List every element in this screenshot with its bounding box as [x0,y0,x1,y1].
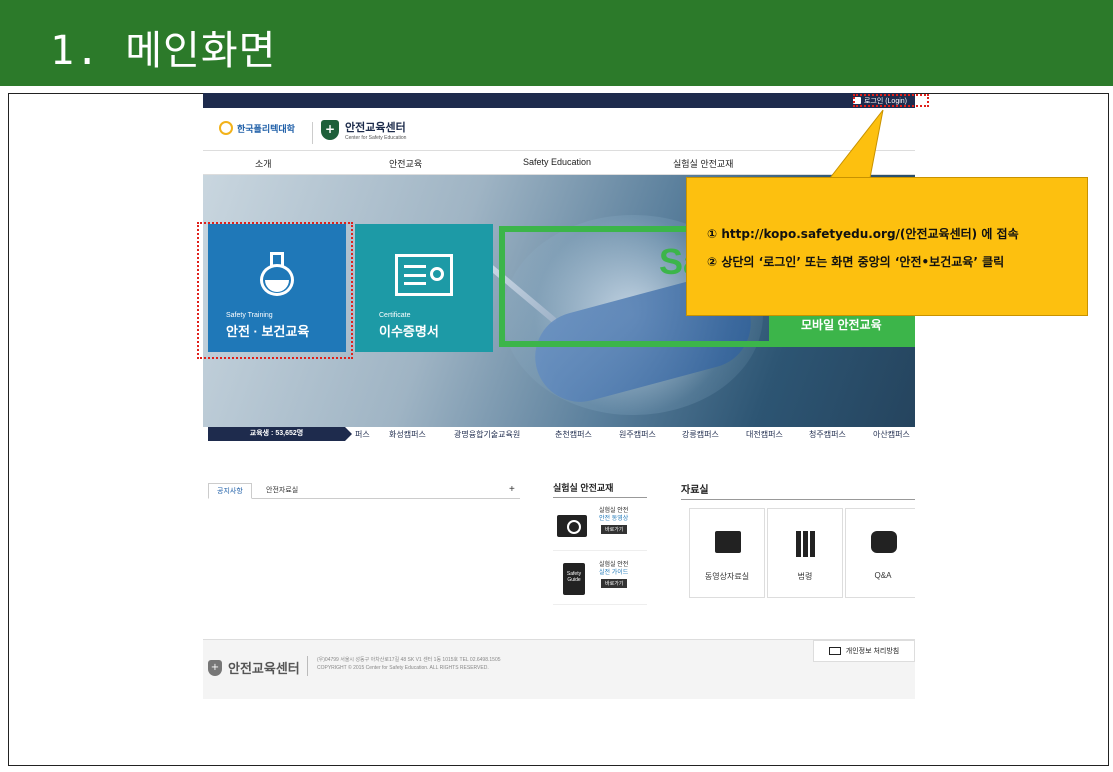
slide-title: 1. 메인화면 [50,28,277,74]
notice-more-button[interactable]: + [509,484,515,495]
nav-item-safety-education-en[interactable]: Safety Education [523,157,591,167]
chat-bubble-icon [871,531,897,553]
footer-center-name: 안전교육센터 [228,661,300,676]
certificate-tile-title: 이수증명서 [379,324,439,339]
lab-materials-rule [553,497,647,498]
logo-row: 한국폴리텍대학 + 안전교육센터 Center for Safety Educa… [203,108,915,150]
campus-item[interactable]: 퍼스 [355,429,370,440]
footer-divider [307,656,308,676]
lab-video-item[interactable]: 실험실 안전 안전 동영상 바로가기 [553,505,647,551]
certificate-tile-subtitle: Certificate [379,312,411,319]
certificate-icon [395,254,453,296]
safety-tile-highlight [197,222,353,359]
top-bar: 로그인 (Login) [203,93,915,108]
lab-materials-title: 실험실 안전교재 [553,483,614,493]
kopo-logo[interactable]: 한국폴리텍대학 [219,121,295,135]
notice-tabs: 공지사항 안전자료실 [208,483,520,499]
kopo-mark-icon [219,121,233,135]
lab-item-line2: 안전 동영상 [599,516,629,522]
site-footer: + 안전교육센터 (우)04799 서울시 성동구 아차산로17길 48 SK … [203,639,915,699]
qna-resources-box[interactable]: Q&A [845,508,915,598]
tab-notice[interactable]: 공지사항 [208,483,252,499]
resource-label: Q&A [874,571,892,580]
footer-address: (우)04799 서울시 성동구 아차산로17길 48 SK V1 센터 1동 … [317,657,501,663]
campus-item[interactable]: 강릉캠퍼스 [682,429,719,440]
lab-item-line1: 실험실 안전 [599,508,629,514]
campus-item[interactable]: 청주캠퍼스 [809,429,846,440]
resource-room-rule [681,499,915,500]
lab-item-line1: 실험실 안전 [599,562,629,568]
logo-divider [312,122,313,144]
campus-bar: 교육생 : 53,652명 퍼스 화성캠퍼스 광명융합기술교육원 춘천캠퍼스 원… [203,427,915,441]
tab-safety-data[interactable]: 안전자료실 [258,483,306,499]
kopo-name: 한국폴리텍대학 [237,123,295,134]
lab-guide-item[interactable]: Safety Guide 실험실 안전 실전 가이드 바로가기 [553,559,647,605]
mobile-training-label: 모바일 안전교육 [801,318,882,332]
footer-copyright: COPYRIGHT © 2015 Center for Safety Educa… [317,665,489,671]
resource-label: 동영상자료실 [704,572,750,581]
campus-item[interactable]: 광명융합기술교육원 [454,429,520,440]
slide-header-band: 1. 메인화면 [0,0,1113,86]
nav-item-intro[interactable]: 소개 [255,157,272,170]
callout-step-1: ① http://kopo.safetyedu.org/(안전교육센터) 에 접… [707,227,1019,241]
shield-plus-icon: + [321,120,339,140]
campus-item[interactable]: 원주캠퍼스 [619,429,656,440]
login-highlight [853,94,929,107]
campus-item[interactable]: 아산캠퍼스 [873,429,910,440]
campus-item[interactable]: 대전캠퍼스 [746,429,783,440]
center-english-name: Center for Safety Education [345,135,407,141]
id-card-icon [828,647,841,655]
lab-video-go-button[interactable]: 바로가기 [601,525,628,534]
center-name: 안전교육센터 [345,122,406,134]
student-count: 교육생 : 53,652명 [208,427,345,441]
video-lecture-icon [715,531,741,553]
nav-item-lab-materials[interactable]: 실험실 안전교재 [673,157,733,170]
footer-shield-icon: + [208,659,222,676]
count-arrow [345,427,352,441]
privacy-policy-link[interactable]: 개인정보 처리방침 [813,640,915,662]
main-nav: 소개 안전교육 Safety Education 실험실 안전교재 [203,150,915,175]
center-logo[interactable]: + 안전교육센터 Center for Safety Education [321,119,406,141]
monitor-play-icon [557,515,587,537]
nav-item-safety-education[interactable]: 안전교육 [389,157,422,170]
resource-room-title: 자료실 [681,485,709,496]
video-resources-box[interactable]: 동영상자료실 [689,508,765,598]
law-resources-box[interactable]: 법령 [767,508,843,598]
building-icon [796,531,816,557]
footer-logo: + 안전교육센터 [208,658,300,677]
resource-label: 법령 [797,572,813,581]
callout-step-2: ② 상단의 ‘로그인’ 또는 화면 중앙의 ‘안전•보건교육’ 클릭 [707,255,1005,269]
lab-item-line2: 실전 가이드 [599,570,629,576]
certificate-tile[interactable]: Certificate 이수증명서 [355,224,493,352]
privacy-label: 개인정보 처리방침 [845,648,900,655]
campus-item[interactable]: 화성캠퍼스 [389,429,426,440]
campus-item[interactable]: 춘천캠퍼스 [555,429,592,440]
guide-book-icon: Safety Guide [563,563,585,595]
lab-guide-go-button[interactable]: 바로가기 [601,579,628,588]
instruction-callout [686,177,1088,316]
